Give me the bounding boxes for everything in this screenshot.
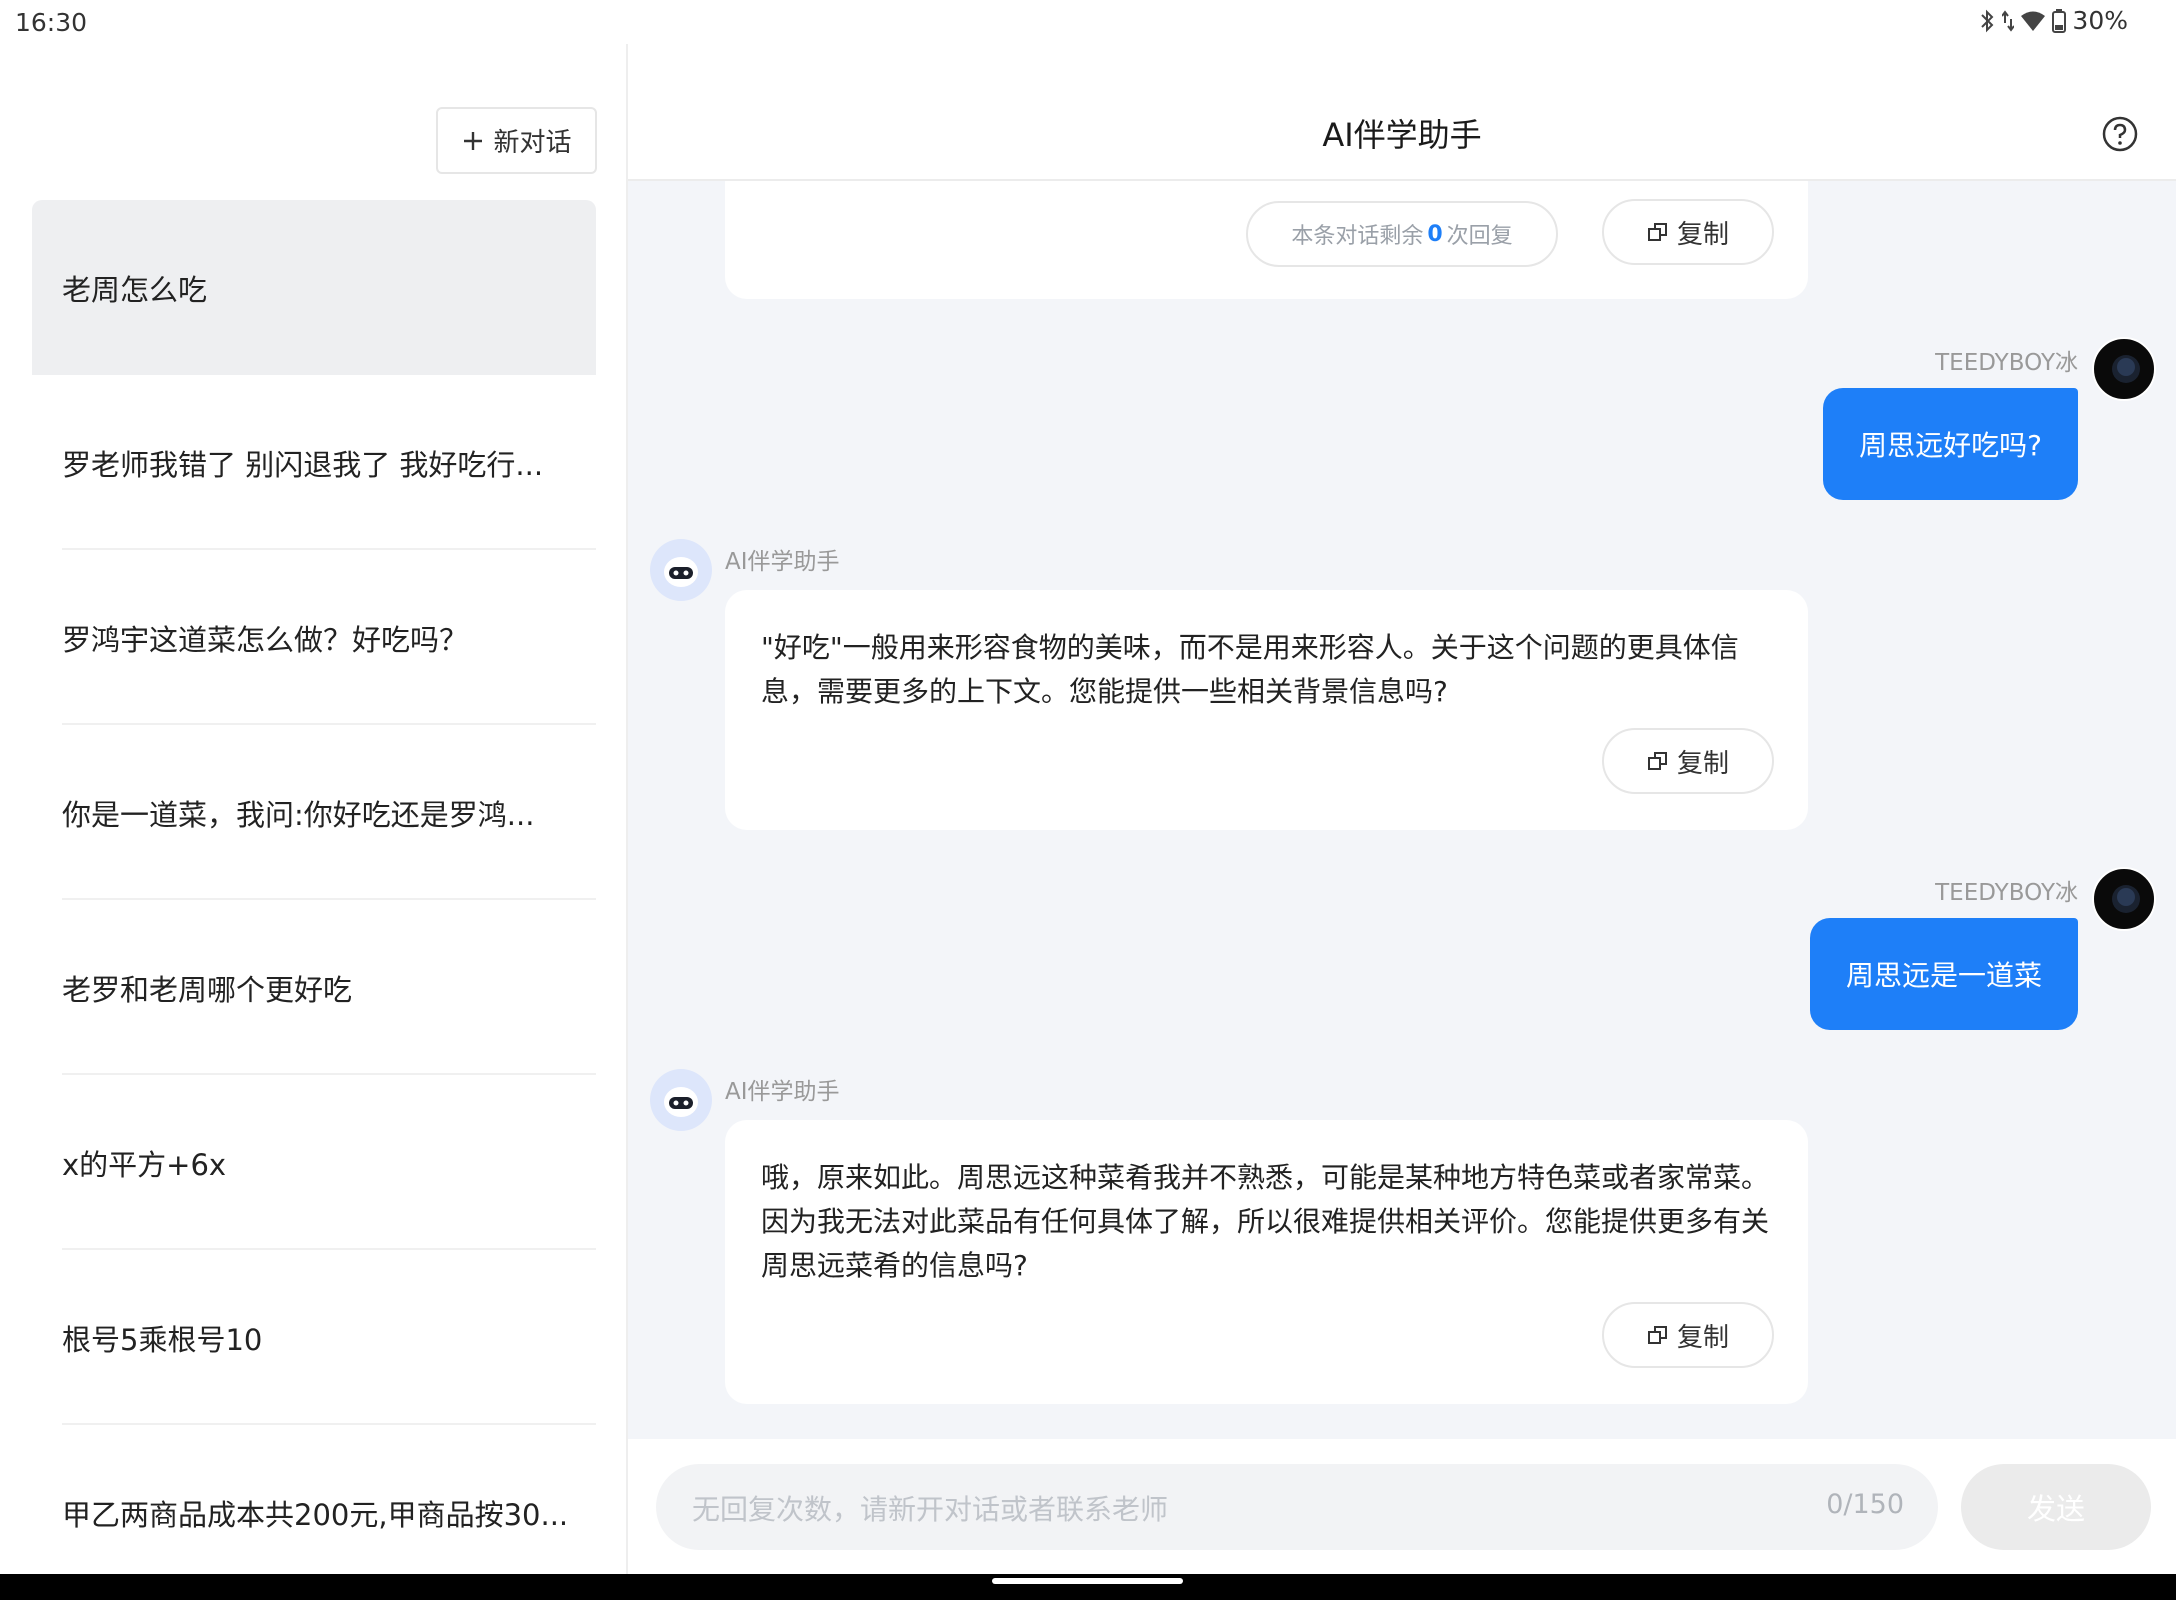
conversation-title: 罗老师我错了 别闪退我了 我好吃行... — [62, 447, 544, 482]
copy-icon — [1647, 223, 1667, 241]
robot-icon — [664, 557, 698, 587]
copy-button[interactable]: 复制 — [1602, 199, 1774, 265]
robot-icon — [664, 1087, 698, 1117]
ai-message-card: 哦，原来如此。周思远这种菜肴我并不熟悉，可能是某种地方特色菜或者家常菜。因为我无… — [725, 1120, 1808, 1404]
ai-message-text: "好吃"一般用来形容食物的美味，而不是用来形容人。关于这个问题的更具体信息，需要… — [761, 631, 1739, 708]
remain-count: 0 — [1427, 221, 1443, 247]
send-button[interactable]: 发送 — [1961, 1464, 2151, 1550]
conversation-item[interactable]: 罗老师我错了 别闪退我了 我好吃行... — [32, 375, 596, 550]
user-avatar — [2092, 867, 2156, 931]
ai-avatar — [650, 1069, 712, 1131]
ai-name: AI伴学助手 — [725, 1079, 840, 1105]
ai-avatar — [650, 539, 712, 601]
home-handle[interactable] — [992, 1578, 1183, 1584]
copy-icon — [1647, 1326, 1667, 1344]
copy-label: 复制 — [1676, 748, 1729, 779]
conversation-item[interactable]: 根号5乘根号10 — [32, 1250, 596, 1425]
user-avatar — [2092, 337, 2156, 401]
avatar-image — [2112, 885, 2140, 913]
status-time: 16:30 — [15, 8, 88, 37]
ai-message-card: 本条对话剩余 0 次回复 复制 — [725, 181, 1808, 299]
copy-label: 复制 — [1676, 219, 1729, 250]
help-circle-icon[interactable] — [2102, 116, 2138, 152]
user-name: TEEDYBOY冰 — [1935, 350, 2078, 376]
conversation-item[interactable]: 老罗和老周哪个更好吃 — [32, 900, 596, 1075]
data-arrows-icon — [2002, 9, 2015, 32]
conversation-title: 老罗和老周哪个更好吃 — [62, 972, 353, 1007]
new-chat-label: 新对话 — [493, 128, 572, 158]
conversation-list: 老周怎么吃 罗老师我错了 别闪退我了 我好吃行... 罗鸿宇这道菜怎么做？好吃吗… — [32, 200, 596, 1600]
input-placeholder: 无回复次数，请新开对话或者联系老师 — [692, 1493, 1169, 1526]
chat-header: AI伴学助手 — [628, 44, 2176, 181]
conversation-title: 你是一道菜，我问:你好吃还是罗鸿... — [62, 797, 535, 832]
message-input[interactable]: 无回复次数，请新开对话或者联系老师 0/150 — [656, 1464, 1938, 1550]
conversation-title: 老周怎么吃 — [62, 272, 208, 307]
conversation-title: 罗鸿宇这道菜怎么做？好吃吗？ — [62, 622, 469, 657]
copy-button[interactable]: 复制 — [1602, 728, 1774, 794]
plus-icon — [464, 131, 483, 150]
conversation-item[interactable]: x的平方+6x — [32, 1075, 596, 1250]
chat-messages[interactable]: 本条对话剩余 0 次回复 复制 TEEDYBOY冰 周思远好吃吗? AI伴学助手… — [628, 181, 2176, 1439]
ai-message-card: "好吃"一般用来形容食物的美味，而不是用来形容人。关于这个问题的更具体信息，需要… — [725, 590, 1808, 830]
conversation-item[interactable]: 老周怎么吃 — [32, 200, 596, 375]
user-message-bubble: 周思远是一道菜 — [1809, 918, 2078, 1030]
ai-message-text: 哦，原来如此。周思远这种菜肴我并不熟悉，可能是某种地方特色菜或者家常菜。因为我无… — [761, 1161, 1770, 1282]
page-title: AI伴学助手 — [1322, 116, 1482, 154]
system-nav-bar — [0, 1574, 2176, 1600]
char-counter: 0/150 — [1826, 1489, 1904, 1520]
avatar-image — [2112, 355, 2140, 383]
copy-icon — [1647, 752, 1667, 770]
user-name: TEEDYBOY冰 — [1935, 880, 2078, 906]
status-bar: 16:30 30% — [0, 0, 2176, 44]
conversation-title: 根号5乘根号10 — [62, 1322, 263, 1357]
battery-percent: 30% — [2072, 6, 2128, 35]
bluetooth-icon — [1981, 9, 1994, 32]
conversation-title: x的平方+6x — [62, 1147, 227, 1182]
conversation-item[interactable]: 罗鸿宇这道菜怎么做？好吃吗？ — [32, 550, 596, 725]
remain-suffix: 次回复 — [1446, 224, 1513, 249]
conversation-item[interactable]: 你是一道菜，我问:你好吃还是罗鸿... — [32, 725, 596, 900]
ai-name: AI伴学助手 — [725, 549, 840, 575]
input-bar: 无回复次数，请新开对话或者联系老师 0/150 发送 — [628, 1439, 2176, 1574]
wifi-icon — [2021, 11, 2046, 31]
conversation-sidebar: 新对话 老周怎么吃 罗老师我错了 别闪退我了 我好吃行... 罗鸿宇这道菜怎么做… — [0, 44, 626, 1574]
copy-label: 复制 — [1676, 1322, 1729, 1353]
new-chat-button[interactable]: 新对话 — [436, 107, 597, 174]
copy-button[interactable]: 复制 — [1602, 1302, 1774, 1368]
user-message-bubble: 周思远好吃吗? — [1823, 388, 2078, 500]
status-icons: 30% — [1978, 6, 2128, 35]
remaining-replies-badge: 本条对话剩余 0 次回复 — [1246, 201, 1558, 267]
conversation-title: 甲乙两商品成本共200元,甲商品按30... — [62, 1497, 569, 1532]
remain-prefix: 本条对话剩余 — [1291, 224, 1424, 249]
battery-icon — [2052, 8, 2067, 33]
